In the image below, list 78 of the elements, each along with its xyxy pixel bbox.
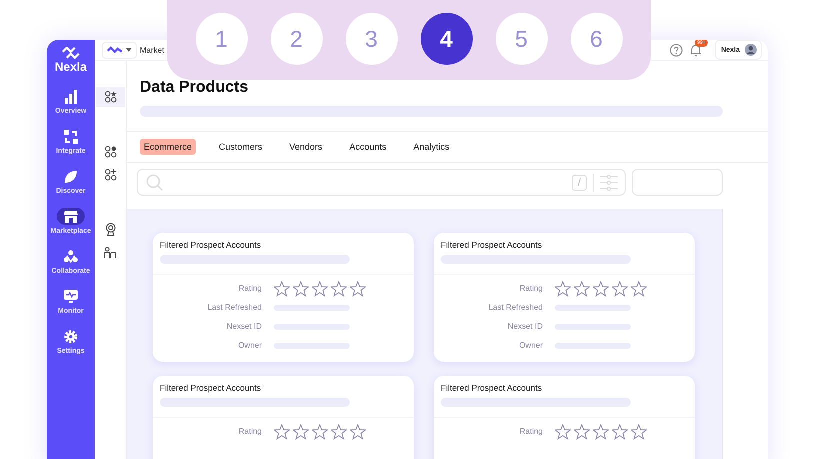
bar-chart-icon	[64, 90, 78, 104]
brand-name: Nexla	[54, 60, 88, 74]
people-icon	[104, 247, 117, 259]
rail-button[interactable]	[96, 87, 125, 107]
field-label: Owner	[518, 341, 543, 350]
bell-icon[interactable]	[690, 44, 702, 56]
star-icon[interactable]	[612, 424, 628, 440]
category-tab[interactable]: Vendors	[286, 139, 327, 155]
team-icon	[64, 250, 78, 264]
step-button[interactable]: 5	[496, 13, 548, 65]
field-label: Owner	[237, 341, 262, 350]
category-tab[interactable]: Accounts	[346, 139, 391, 155]
star-icon[interactable]	[555, 424, 571, 440]
search-icon	[146, 174, 164, 192]
card-title: Filtered Prospect Accounts	[160, 240, 262, 250]
field-label: Nexset ID	[226, 322, 262, 331]
star-icon[interactable]	[293, 280, 309, 296]
star-icon[interactable]	[274, 280, 290, 296]
page-title: Data Products	[140, 79, 250, 97]
star-rating[interactable]	[555, 424, 647, 440]
star-rating[interactable]	[555, 280, 647, 296]
star-icon[interactable]	[274, 424, 290, 440]
product-card[interactable]: Filtered Prospect Accounts Rating Last Refreshed Nexset ID Owner	[434, 233, 695, 362]
field-label: Rating	[238, 427, 262, 436]
product-card[interactable]: Filtered Prospect Accounts Rating	[153, 376, 414, 459]
star-icon[interactable]	[331, 424, 347, 440]
step-button[interactable]: 1	[196, 13, 248, 65]
star-icon[interactable]	[593, 424, 609, 440]
breadcrumb[interactable]: Market	[140, 46, 164, 54]
leaf-icon	[64, 170, 78, 184]
star-icon[interactable]	[350, 424, 366, 440]
field-label: Rating	[238, 284, 262, 293]
card-title: Filtered Prospect Accounts	[441, 240, 544, 250]
workspace-dropdown[interactable]	[102, 42, 137, 58]
shapes-grid-icon	[104, 146, 116, 158]
star-icon[interactable]	[631, 280, 647, 296]
step-button[interactable]: 4	[420, 13, 472, 65]
logo-icon	[107, 46, 123, 54]
star-rating[interactable]	[274, 280, 366, 296]
step-button[interactable]: 2	[270, 13, 322, 65]
star-icon[interactable]	[350, 280, 366, 296]
product-card[interactable]: Filtered Prospect Accounts Rating Last Refreshed Nexset ID Owner	[153, 233, 414, 362]
card-title: Filtered Prospect Accounts	[160, 383, 262, 393]
card-title: Filtered Prospect Accounts	[441, 383, 544, 393]
star-icon[interactable]	[312, 424, 328, 440]
store-icon	[64, 210, 78, 223]
star-icon[interactable]	[574, 280, 590, 296]
step-button[interactable]: 6	[570, 13, 622, 65]
settings-icon	[64, 330, 78, 344]
monitor-icon	[64, 290, 78, 303]
category-tab[interactable]: Ecommerce	[140, 139, 196, 155]
star-icon[interactable]	[574, 424, 590, 440]
field-label: Rating	[518, 427, 543, 436]
star-icon[interactable]	[293, 424, 309, 440]
award-icon	[104, 222, 116, 236]
category-tab[interactable]: Analytics	[410, 139, 454, 155]
integrate-icon	[64, 130, 78, 144]
field-label: Rating	[518, 284, 543, 293]
logo-icon	[62, 47, 80, 59]
star-icon[interactable]	[331, 280, 347, 296]
field-label: Last Refreshed	[206, 303, 262, 312]
star-icon[interactable]	[631, 424, 647, 440]
star-icon[interactable]	[312, 280, 328, 296]
shapes-grid-icon	[104, 169, 116, 181]
shapes-grid-icon	[104, 91, 116, 103]
category-tab[interactable]: Customers	[215, 139, 267, 155]
product-card[interactable]: Filtered Prospect Accounts Rating	[434, 376, 695, 459]
star-icon[interactable]	[593, 280, 609, 296]
shortcut-key: /	[572, 174, 587, 190]
help-icon[interactable]	[670, 44, 684, 56]
caret-icon	[126, 48, 132, 52]
star-icon[interactable]	[555, 280, 571, 296]
field-label: Nexset ID	[506, 322, 543, 331]
step-button[interactable]: 3	[346, 13, 398, 65]
field-label: Last Refreshed	[488, 303, 543, 312]
star-rating[interactable]	[274, 424, 366, 440]
avatar-icon	[745, 44, 757, 56]
star-icon[interactable]	[612, 280, 628, 296]
